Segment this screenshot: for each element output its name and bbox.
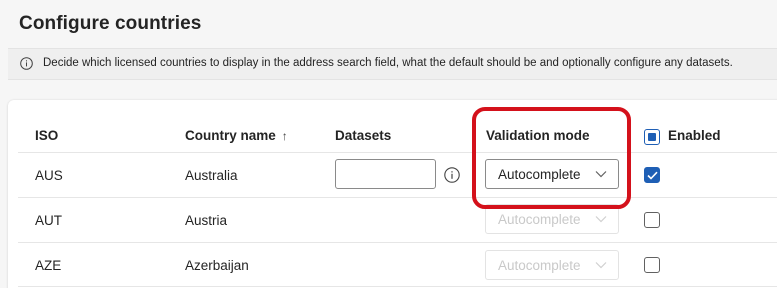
column-header-datasets[interactable]: Datasets: [335, 128, 391, 143]
row-aut-country: Austria: [185, 213, 228, 228]
row-divider: [18, 242, 777, 243]
row-divider: [18, 197, 777, 198]
row-aze-enabled-checkbox[interactable]: [644, 257, 660, 273]
sort-ascending-icon: ↑: [281, 129, 288, 143]
row-aus-datasets-info-icon[interactable]: [444, 167, 460, 183]
info-message-bar: Decide which licensed countries to displ…: [8, 48, 777, 80]
partial-check-indicator: [648, 133, 656, 141]
row-aus-iso: AUS: [35, 168, 63, 183]
row-aus-enabled-checkbox[interactable]: [644, 167, 660, 183]
row-aut-enabled-checkbox[interactable]: [644, 212, 660, 228]
checkmark-icon: [647, 171, 658, 180]
row-aus-datasets-input[interactable]: [335, 159, 436, 189]
column-header-country-name[interactable]: Country name ↑: [185, 128, 288, 143]
row-aze-validation-mode-value: Autocomplete: [498, 258, 581, 273]
select-all-enabled-checkbox[interactable]: [644, 129, 660, 145]
countries-table-card: [8, 100, 777, 288]
row-aut-validation-mode-value: Autocomplete: [498, 212, 581, 227]
column-header-iso[interactable]: ISO: [35, 128, 58, 143]
column-header-enabled: Enabled: [668, 128, 721, 143]
chevron-down-icon: [595, 262, 607, 269]
column-header-country-name-label: Country name: [185, 128, 276, 143]
row-aze-iso: AZE: [35, 258, 62, 273]
row-aze-country: Azerbaijan: [185, 258, 249, 273]
chevron-down-icon: [595, 216, 607, 223]
row-aut-iso: AUT: [35, 213, 62, 228]
configure-countries-page: Configure countries Decide which license…: [0, 0, 777, 288]
header-divider: [18, 152, 777, 153]
page-title: Configure countries: [19, 13, 202, 34]
validation-mode-highlight-annotation: [472, 107, 631, 209]
info-icon: [20, 57, 33, 70]
row-aus-country: Australia: [185, 168, 238, 183]
row-aze-validation-mode-dropdown: Autocomplete: [485, 250, 619, 280]
info-message-text: Decide which licensed countries to displ…: [43, 57, 733, 69]
row-divider: [18, 286, 777, 287]
